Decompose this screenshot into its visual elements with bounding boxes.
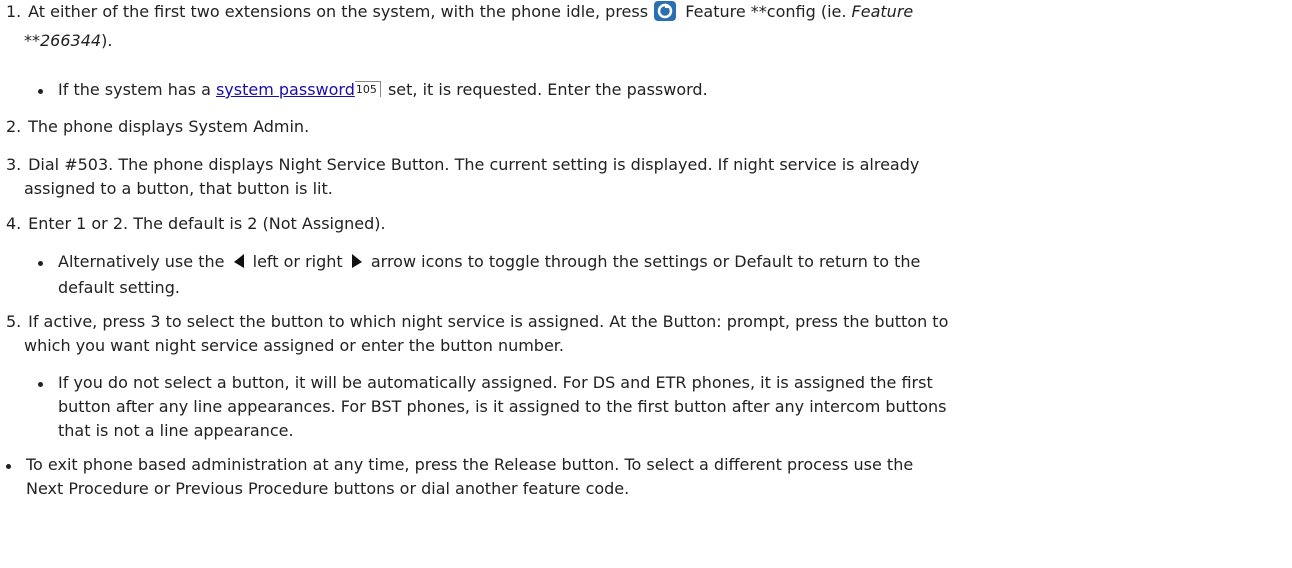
bullet-text: Alternatively use the: [58, 252, 230, 271]
feature-button-icon: [653, 0, 677, 29]
step-text-line2: assigned to a button, that button is lit…: [24, 179, 333, 198]
step-2: 2. The phone displays System Admin.: [6, 115, 1286, 139]
step-4: 4. Enter 1 or 2. The default is 2 (Not A…: [6, 212, 1286, 236]
bullet-text-end: arrow icons to toggle through the settin…: [365, 252, 921, 271]
bullet-text-line3: that is not a line appearance.: [58, 421, 294, 440]
step-number: 1.: [6, 2, 22, 21]
bullet-text-line1: To exit phone based administration at an…: [26, 455, 914, 474]
step-text-end: ).: [101, 31, 113, 50]
bullet-text-mid: left or right: [247, 252, 348, 271]
step-text-cont: Feature **config (ie.: [680, 2, 852, 21]
step-text: Dial #503. The phone displays Night Serv…: [28, 155, 920, 174]
bullet-arrow-toggle: Alternatively use the left or right arro…: [38, 250, 1283, 300]
page-reference[interactable]: 105: [354, 81, 381, 97]
step-text: If active, press 3 to select the button …: [28, 312, 949, 331]
bullet-text-line2: default setting.: [58, 278, 180, 297]
left-arrow-icon: [233, 252, 245, 276]
step-number: 2.: [6, 117, 22, 136]
step-text-line2: which you want night service assigned or…: [24, 336, 564, 355]
step-1: 1. At either of the first two extensions…: [6, 0, 1286, 53]
bullet-text: If the system has a: [58, 80, 216, 99]
bullet-dot: [38, 261, 43, 266]
step-number: 3.: [6, 155, 22, 174]
bullet-text-line2: button after any line appearances. For B…: [58, 397, 947, 416]
bullet-exit-admin: To exit phone based administration at an…: [6, 453, 1251, 501]
feature-code-digits: **266344: [24, 31, 102, 50]
step-text: At either of the first two extensions on…: [28, 2, 649, 21]
step-3: 3. Dial #503. The phone displays Night S…: [6, 153, 1286, 201]
bullet-auto-assign: If you do not select a button, it will b…: [38, 371, 1283, 443]
step-number: 4.: [6, 214, 22, 233]
bullet-dot: [6, 464, 11, 469]
step-number: 5.: [6, 312, 22, 331]
step-text: The phone displays System Admin.: [28, 117, 310, 136]
step-text: Enter 1 or 2. The default is 2 (Not Assi…: [28, 214, 386, 233]
bullet-text-line1: If you do not select a button, it will b…: [58, 373, 933, 392]
step-5: 5. If active, press 3 to select the butt…: [6, 310, 1286, 358]
system-password-link[interactable]: system password: [216, 80, 355, 99]
right-arrow-icon: [351, 252, 363, 276]
bullet-text-line2: Next Procedure or Previous Procedure but…: [26, 479, 630, 498]
feature-code-italic: Feature: [851, 2, 914, 21]
bullet-system-password: If the system has a system password105 s…: [38, 78, 1283, 102]
bullet-dot: [38, 89, 43, 94]
document-body: 1. At either of the first two extensions…: [0, 0, 1292, 568]
bullet-text-cont: set, it is requested. Enter the password…: [382, 80, 708, 99]
bullet-dot: [38, 382, 43, 387]
